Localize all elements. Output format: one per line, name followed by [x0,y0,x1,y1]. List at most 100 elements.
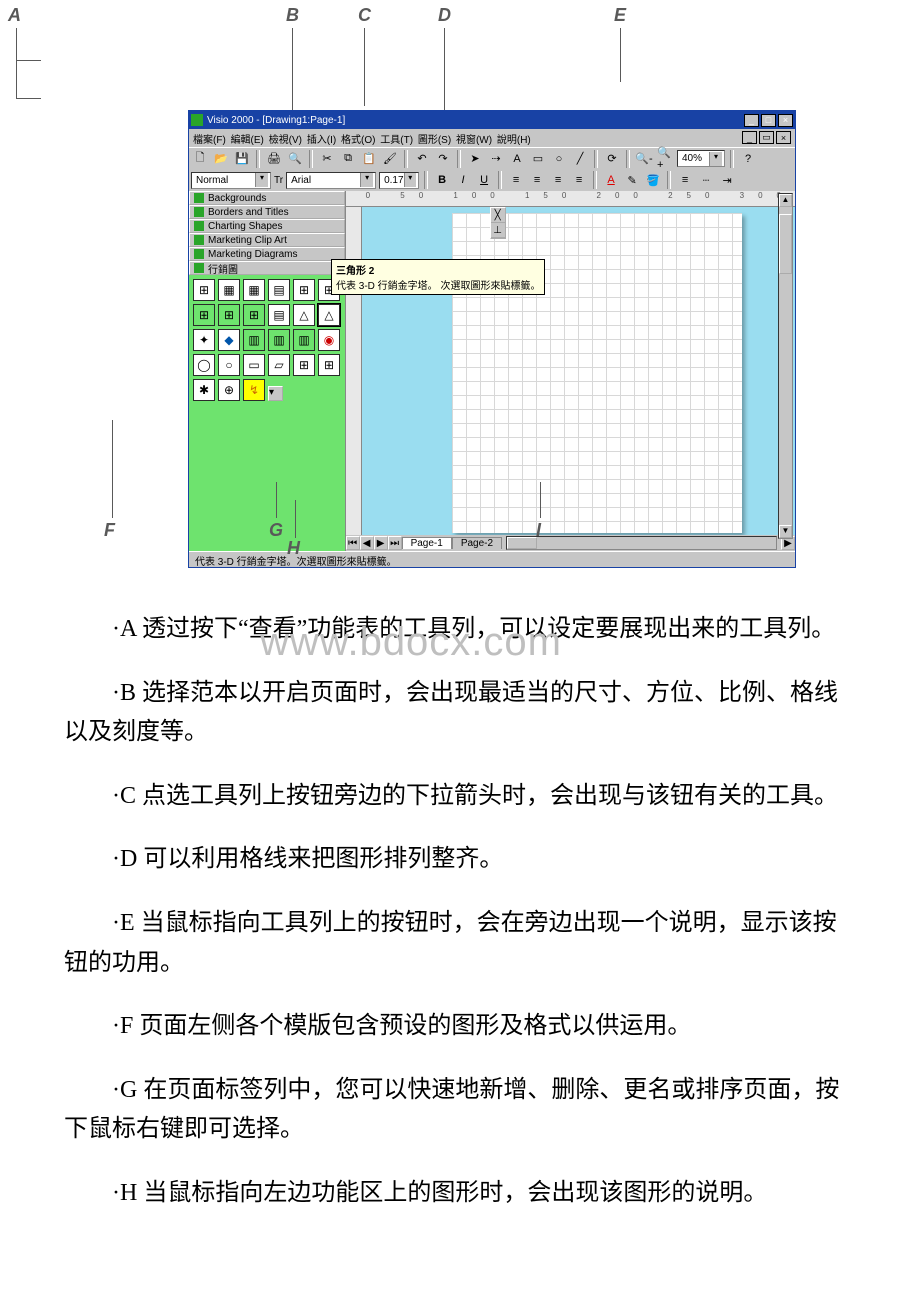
hscrollbar[interactable] [506,536,777,550]
tab-nav-next-icon[interactable]: ▶ [374,536,388,550]
stencil-header[interactable]: Charting Shapes [189,219,345,233]
flyout-item[interactable]: ⊥ [491,223,505,238]
undo-icon[interactable]: ↶ [413,150,431,168]
stencil-header[interactable]: Marketing Diagrams [189,247,345,261]
align-right-icon[interactable]: ≡ [549,171,567,189]
cut-icon[interactable]: ✂ [318,150,336,168]
line-ends-icon[interactable]: ⇥ [718,171,736,189]
stencil-header[interactable]: Borders and Titles [189,205,345,219]
minimize-button[interactable]: _ [744,114,759,127]
menu-item[interactable]: 圖形(S) [418,135,451,146]
print-icon[interactable]: 🖨 [265,150,283,168]
zoom-out-icon[interactable]: 🔍- [635,150,653,168]
text-icon[interactable]: A [508,150,526,168]
new-icon[interactable]: 🗋 [191,150,209,168]
stencil-shape[interactable]: ⊞ [318,354,340,376]
line-weight-icon[interactable]: ≡ [676,171,694,189]
rect-icon[interactable]: ▭ [529,150,547,168]
menu-item[interactable]: 工具(T) [380,135,413,146]
stencil-shape[interactable]: ◆ [218,329,240,351]
mdi-close-button[interactable]: × [776,131,791,144]
stencil-shape[interactable]: ▭ [243,354,265,376]
underline-icon[interactable]: U [475,171,493,189]
stencil-shape[interactable]: ⊞ [293,354,315,376]
italic-icon[interactable]: I [454,171,472,189]
stencil-shape[interactable]: ▤ [268,304,290,326]
help-icon[interactable]: ? [739,150,757,168]
menu-item[interactable]: 格式(O) [341,135,375,146]
bold-icon[interactable]: B [433,171,451,189]
save-icon[interactable]: 💾 [233,150,251,168]
align-justify-icon[interactable]: ≡ [570,171,588,189]
tab-nav-last-icon[interactable]: ⏭ [388,536,402,550]
menu-item[interactable]: 視窗(W) [456,135,492,146]
vscroll-thumb[interactable] [779,214,792,274]
stencil-header[interactable]: 行銷圖 [189,261,345,275]
menu-item[interactable]: 編輯(E) [231,135,264,146]
stencil-shape[interactable]: ⊞ [193,279,215,301]
zoom-combo[interactable]: 40%▾ [677,150,725,167]
rotate-icon[interactable]: ⟳ [603,150,621,168]
canvas[interactable]: ╳ ⊥ [362,207,795,535]
pointer-icon[interactable]: ➤ [466,150,484,168]
stencil-shape[interactable]: ⊞ [243,304,265,326]
stencil-shape[interactable]: ◯ [193,354,215,376]
stencil-shape[interactable]: △ [293,304,315,326]
zoom-in-icon[interactable]: 🔍+ [656,150,674,168]
stencil-shape[interactable]: ◉ [318,329,340,351]
size-combo[interactable]: 0.17▾ [379,172,419,189]
line-icon[interactable]: ╱ [571,150,589,168]
menu-item[interactable]: 說明(H) [497,135,531,146]
align-left-icon[interactable]: ≡ [507,171,525,189]
stencil-shape[interactable]: ↯ [243,379,265,401]
page-tab[interactable]: Page-2 [452,537,502,549]
font-combo[interactable]: Arial▾ [286,172,376,189]
stencil-header[interactable]: Marketing Clip Art [189,233,345,247]
stencil-shape[interactable]: ▥ [268,329,290,351]
tab-nav-first-icon[interactable]: ⏮ [346,536,360,550]
redo-icon[interactable]: ↷ [434,150,452,168]
format-painter-icon[interactable]: 🖌 [381,150,399,168]
menu-item[interactable]: 檔案(F) [193,135,226,146]
paste-icon[interactable]: 📋 [360,150,378,168]
mdi-restore-button[interactable]: ▭ [759,131,774,144]
stencil-shape[interactable]: ✦ [193,329,215,351]
line-color-icon[interactable]: ✎ [623,171,641,189]
stencil-shape-selected[interactable]: △ [318,304,340,326]
font-color-icon[interactable]: A [602,171,620,189]
stencil-shape[interactable]: ⊞ [293,279,315,301]
style-combo[interactable]: Normal▾ [191,172,271,189]
stencil-shape[interactable]: ⊞ [218,304,240,326]
tool-flyout[interactable]: ╳ ⊥ [490,207,506,239]
connector-icon[interactable]: ⇢ [487,150,505,168]
stencil-shape[interactable]: ▤ [268,279,290,301]
fill-color-icon[interactable]: 🪣 [644,171,662,189]
stencil-options-icon[interactable]: ▾ [268,386,283,401]
line-pattern-icon[interactable]: ┈ [697,171,715,189]
mdi-minimize-button[interactable]: _ [742,131,757,144]
vscroll-up-icon[interactable]: ▲ [779,194,792,207]
stencil-shape[interactable]: ○ [218,354,240,376]
stencil-shape[interactable]: ▥ [293,329,315,351]
stencil-shape[interactable]: ⊞ [193,304,215,326]
menu-item[interactable]: 檢視(V) [269,135,302,146]
ellipse-icon[interactable]: ○ [550,150,568,168]
flyout-item[interactable]: ╳ [491,208,505,223]
stencil-shape[interactable]: ✱ [193,379,215,401]
page-tab[interactable]: Page-1 [402,537,452,549]
stencil-shape[interactable]: ▦ [218,279,240,301]
maximize-button[interactable]: □ [761,114,776,127]
stencil-shape[interactable]: ⊕ [218,379,240,401]
vscrollbar[interactable]: ▲ ▼ [778,193,793,539]
close-button[interactable]: × [778,114,793,127]
menu-item[interactable]: 插入(I) [307,135,336,146]
align-center-icon[interactable]: ≡ [528,171,546,189]
preview-icon[interactable]: 🔍 [286,150,304,168]
tab-nav-prev-icon[interactable]: ◀ [360,536,374,550]
copy-icon[interactable]: ⧉ [339,150,357,168]
stencil-header[interactable]: Backgrounds [189,191,345,205]
stencil-shape[interactable]: ▱ [268,354,290,376]
hscroll-thumb[interactable] [507,537,537,549]
stencil-shape[interactable]: ▦ [243,279,265,301]
open-icon[interactable]: 📂 [212,150,230,168]
